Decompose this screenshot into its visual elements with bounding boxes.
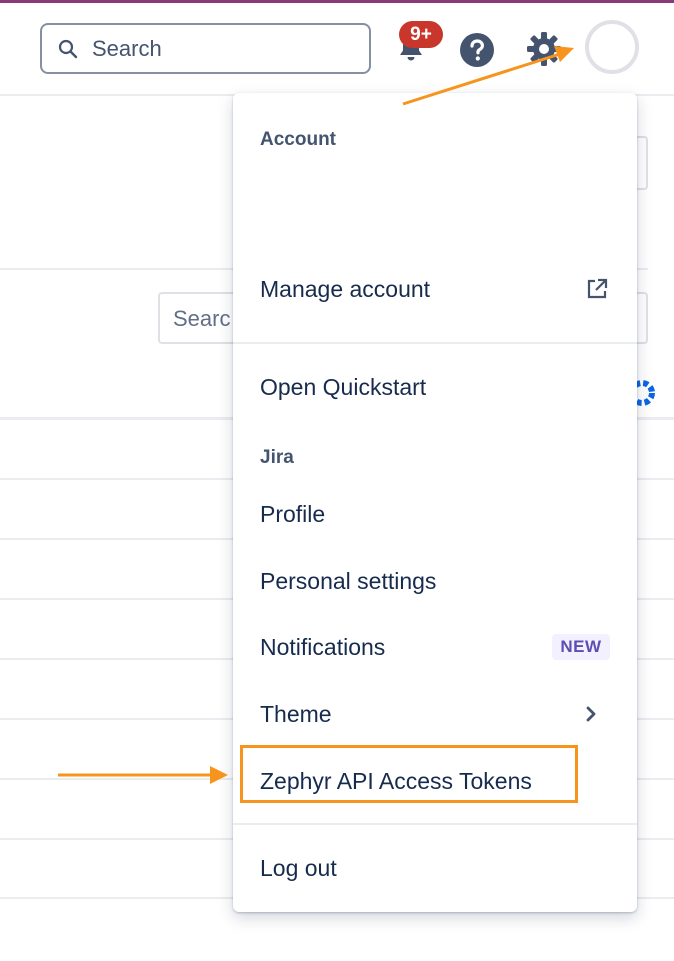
avatar[interactable] [585, 20, 639, 74]
profile-item[interactable]: Profile [260, 501, 325, 528]
search-placeholder: Search [92, 35, 162, 61]
section-heading-jira: Jira [260, 447, 294, 468]
log-out-item[interactable]: Log out [260, 855, 337, 882]
annotation-highlight-box [240, 745, 578, 803]
search-input[interactable]: Search [40, 23, 371, 74]
menu-divider [233, 823, 637, 825]
menu-divider [233, 342, 637, 344]
top-accent-bar [0, 0, 674, 3]
manage-account-link[interactable]: Manage account [260, 276, 430, 303]
notifications-item[interactable]: Notifications [260, 634, 385, 661]
search-icon [58, 39, 78, 58]
section-heading-account: Account [260, 129, 336, 150]
chevron-right-icon [586, 706, 596, 722]
theme-item[interactable]: Theme [260, 701, 332, 728]
open-quickstart-item[interactable]: Open Quickstart [260, 374, 426, 401]
help-icon[interactable] [459, 32, 495, 68]
new-badge: NEW [552, 634, 610, 660]
arrow-to-zephyr [58, 766, 228, 784]
notification-badge: 9+ [399, 21, 443, 48]
external-link-icon [587, 278, 608, 299]
personal-settings-item[interactable]: Personal settings [260, 568, 436, 595]
gear-icon[interactable] [526, 31, 562, 67]
